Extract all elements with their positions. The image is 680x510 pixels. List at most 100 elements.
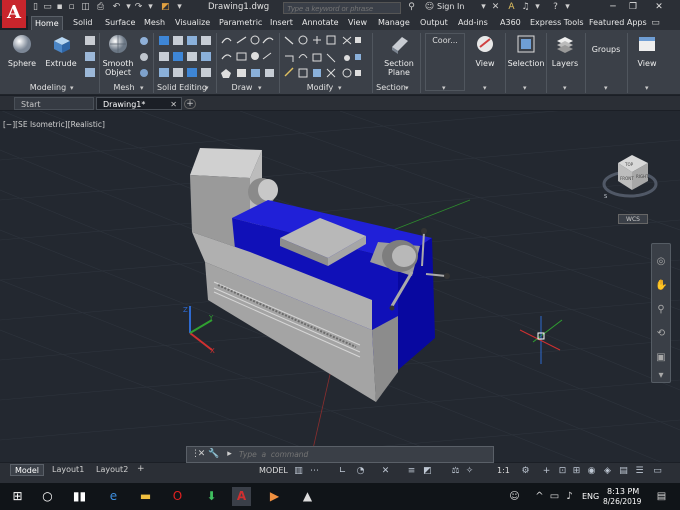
tab-manage[interactable]: Manage bbox=[375, 16, 413, 30]
view-button-2[interactable]: View bbox=[630, 33, 664, 68]
ribbon-minimize-icon[interactable]: ▭ bbox=[650, 18, 661, 29]
tab-surface[interactable]: Surface bbox=[102, 16, 138, 30]
command-line-close-icon[interactable]: ✕ bbox=[196, 449, 207, 460]
section-expand-icon[interactable]: ▾ bbox=[405, 84, 409, 92]
add-icon[interactable]: + bbox=[541, 466, 552, 477]
layout-tab-layout2[interactable]: Layout2 bbox=[92, 464, 132, 476]
redo-dropdown-icon[interactable]: ▾ bbox=[145, 2, 156, 13]
snap-icon[interactable]: ⋯ bbox=[309, 466, 320, 477]
add-layout-icon[interactable]: + bbox=[137, 464, 145, 474]
view2-expand-icon[interactable]: ▾ bbox=[645, 84, 649, 92]
tab-output[interactable]: Output bbox=[417, 16, 451, 30]
save-icon[interactable]: ▪ bbox=[54, 2, 65, 13]
tab-home[interactable]: Home bbox=[31, 16, 63, 30]
photos-icon[interactable]: ▲ bbox=[298, 487, 317, 506]
web-mobile-icon[interactable]: ◫ bbox=[80, 2, 91, 13]
layout-tab-layout1[interactable]: Layout1 bbox=[48, 464, 88, 476]
layout-tab-model[interactable]: Model bbox=[10, 464, 45, 476]
quick-properties-icon[interactable]: ⊞ bbox=[571, 466, 582, 477]
wcs-menu[interactable]: WCS bbox=[618, 214, 648, 224]
solid-editing-panel-title[interactable]: Solid Editing bbox=[153, 82, 211, 94]
workspace-icon[interactable]: ⚙ bbox=[520, 466, 531, 477]
isolate-objects-icon[interactable]: ◉ bbox=[586, 466, 597, 477]
tab-mesh[interactable]: Mesh bbox=[141, 16, 168, 30]
tab-solid[interactable]: Solid bbox=[70, 16, 96, 30]
section-plane-button[interactable]: Section Plane bbox=[382, 33, 416, 77]
annotation-visibility-icon[interactable]: ⚖ bbox=[450, 466, 461, 477]
stay-connected-icon[interactable]: ♫ bbox=[520, 2, 531, 13]
coor-expand-icon[interactable]: ▾ bbox=[442, 84, 446, 92]
save-as-icon[interactable]: ▫ bbox=[66, 2, 77, 13]
close-icon[interactable]: ✕ bbox=[650, 1, 668, 14]
polar-icon[interactable]: ◔ bbox=[355, 466, 366, 477]
solid-editing-expand-icon[interactable]: ▾ bbox=[205, 84, 209, 92]
orbit-icon[interactable]: ⟲ bbox=[655, 328, 667, 340]
groups-button[interactable]: Groups bbox=[588, 45, 624, 54]
draw-expand-icon[interactable]: ▾ bbox=[258, 84, 262, 92]
section-panel-title[interactable]: Section bbox=[374, 82, 408, 94]
doc-tab-drawing1[interactable]: Drawing1* ✕ bbox=[96, 97, 182, 110]
qa-customize-icon[interactable]: ▾ bbox=[174, 2, 185, 13]
tab-add-ins[interactable]: Add-ins bbox=[455, 16, 491, 30]
coordinates-panel[interactable]: Coor... bbox=[425, 33, 465, 91]
tab-view[interactable]: View bbox=[345, 16, 370, 30]
clock-time[interactable]: 8:13 PM bbox=[607, 487, 639, 496]
solid-editing-tools[interactable] bbox=[157, 34, 215, 80]
tab-featured-apps[interactable]: Featured Apps bbox=[586, 16, 650, 30]
sign-in-link[interactable]: Sign In bbox=[437, 2, 464, 11]
mesh-small-tools[interactable] bbox=[136, 34, 152, 80]
groups-expand-icon[interactable]: ▾ bbox=[604, 84, 608, 92]
selection-expand-icon[interactable]: ▾ bbox=[523, 84, 527, 92]
layers-expand-icon[interactable]: ▾ bbox=[563, 84, 567, 92]
modeling-expand-icon[interactable]: ▾ bbox=[70, 84, 74, 92]
search-input[interactable] bbox=[283, 2, 401, 14]
task-view-icon[interactable]: ▮▮ bbox=[70, 487, 89, 506]
viewport-controls-label[interactable]: [−][SE Isometric][Realistic] bbox=[3, 120, 105, 129]
autocad-taskbar-icon[interactable]: A bbox=[232, 487, 251, 506]
edge-icon[interactable]: e bbox=[104, 487, 123, 506]
user-icon[interactable]: ☺ bbox=[424, 2, 435, 13]
pan-icon[interactable]: ✋ bbox=[655, 280, 667, 292]
command-input[interactable] bbox=[239, 448, 491, 461]
showmotion-icon[interactable]: ▣ bbox=[655, 352, 667, 364]
app-menu-button[interactable]: A bbox=[2, 0, 26, 28]
smooth-object-button[interactable]: Smooth Object bbox=[102, 33, 134, 77]
tab-parametric[interactable]: Parametric bbox=[216, 16, 265, 30]
input-language[interactable]: ENG bbox=[582, 492, 599, 501]
a360-icon[interactable]: A bbox=[506, 2, 517, 13]
view-button[interactable]: View bbox=[468, 33, 502, 68]
osnap-icon[interactable]: ✕ bbox=[380, 466, 391, 477]
view-expand-icon[interactable]: ▾ bbox=[483, 84, 487, 92]
annotation-scale[interactable]: 1:1 bbox=[497, 466, 510, 475]
zoom-icon[interactable]: ⚲ bbox=[655, 304, 667, 316]
media-player-icon[interactable]: ▶ bbox=[265, 487, 284, 506]
layers-button[interactable]: Layers bbox=[548, 33, 582, 68]
hardware-acceleration-icon[interactable]: ◈ bbox=[602, 466, 613, 477]
status-customize-icon[interactable]: ☰ bbox=[634, 466, 645, 477]
help-icon[interactable]: ? bbox=[550, 2, 561, 13]
volume-icon[interactable]: ♪ bbox=[560, 487, 579, 506]
open-file-icon[interactable]: ▭ bbox=[42, 2, 53, 13]
clean-screen-icon[interactable]: ▤ bbox=[618, 466, 629, 477]
new-file-icon[interactable]: ▯ bbox=[30, 2, 41, 13]
mesh-panel-title[interactable]: Mesh bbox=[104, 82, 144, 94]
mesh-expand-icon[interactable]: ▾ bbox=[140, 84, 144, 92]
sphere-button[interactable]: Sphere bbox=[5, 33, 39, 68]
notifications-icon[interactable]: ▤ bbox=[652, 487, 671, 506]
signin-dropdown-icon[interactable]: ▾ bbox=[478, 2, 489, 13]
tab-annotate[interactable]: Annotate bbox=[299, 16, 342, 30]
modify-expand-icon[interactable]: ▾ bbox=[338, 84, 342, 92]
doc-tab-start[interactable]: Start bbox=[14, 97, 94, 110]
restore-icon[interactable]: ❐ bbox=[624, 1, 642, 14]
modify-tools[interactable] bbox=[283, 34, 363, 80]
opera-icon[interactable]: O bbox=[168, 487, 187, 506]
ortho-icon[interactable]: ∟ bbox=[337, 466, 348, 477]
draw-tools[interactable] bbox=[219, 34, 277, 80]
grid-icon[interactable]: ▥ bbox=[293, 466, 304, 477]
share-icon[interactable]: ◩ bbox=[160, 2, 171, 13]
modify-panel-title[interactable]: Modify bbox=[300, 82, 340, 94]
transparency-icon[interactable]: ◩ bbox=[422, 466, 433, 477]
file-explorer-icon[interactable]: ▬ bbox=[136, 487, 155, 506]
undo-icon[interactable]: ↶ bbox=[111, 2, 122, 13]
tab-insert[interactable]: Insert bbox=[267, 16, 296, 30]
